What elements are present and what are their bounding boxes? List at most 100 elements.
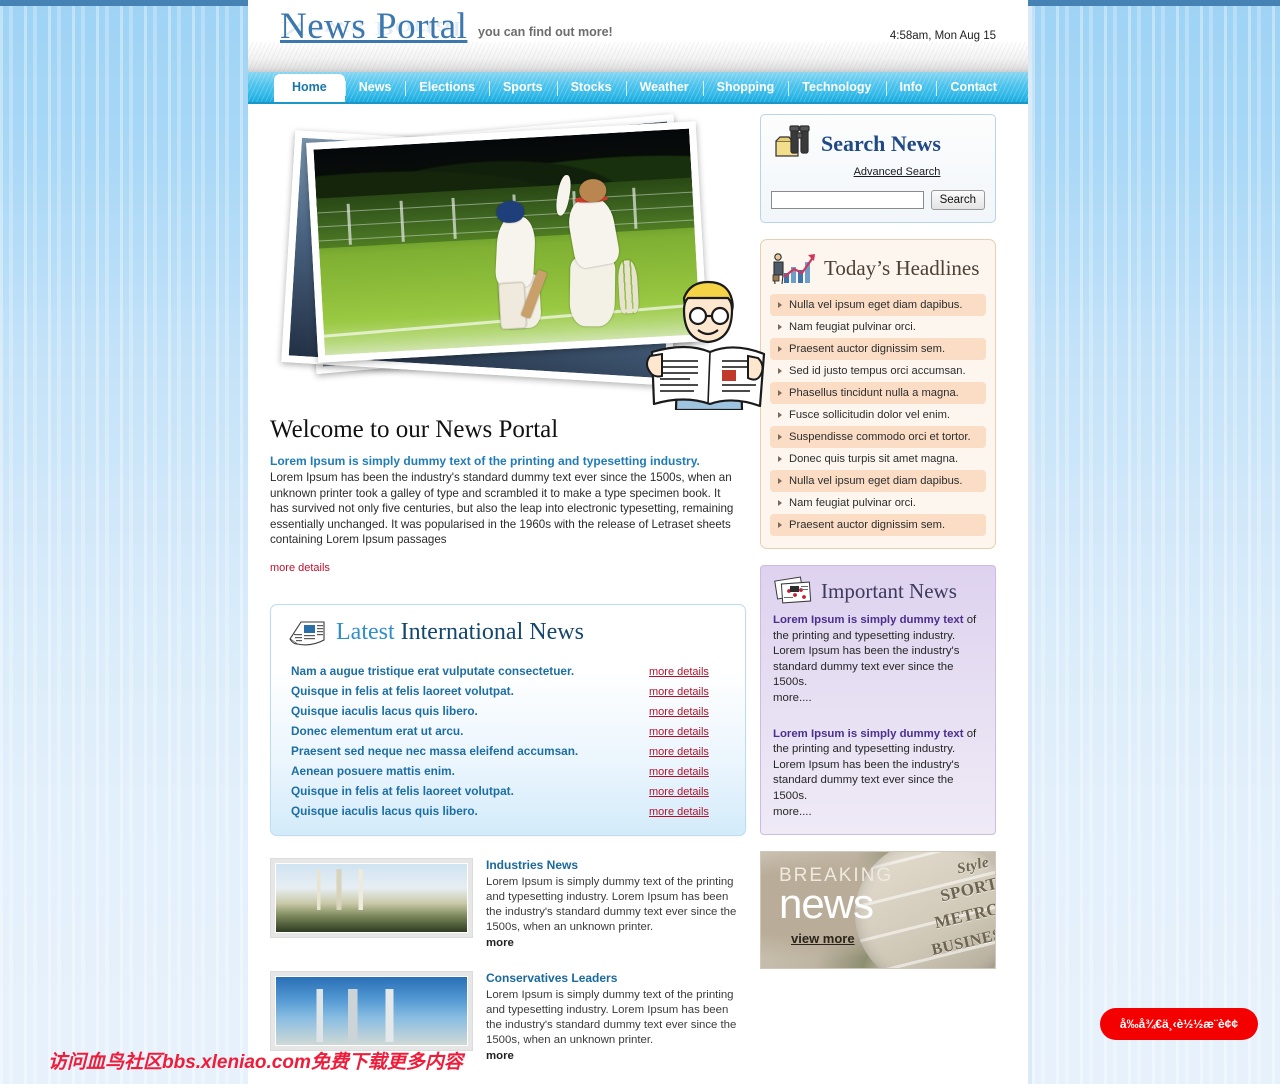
search-input[interactable] [771, 191, 924, 209]
important-news-block: Lorem Ipsum is simply dummy text of the … [773, 613, 983, 707]
list-item[interactable]: Aenean posuere mattis enim. more details [283, 761, 733, 781]
story-body: Lorem Ipsum is simply dummy text of the … [486, 875, 737, 933]
latest-international-news-panel: Latest International News Nam a augue tr… [270, 603, 746, 836]
main-navigation: Home News Elections Sports Stocks Weathe… [248, 72, 1028, 104]
breaking-news-banner[interactable]: Style SPORT METRO BUSINES BREAKING news … [760, 851, 996, 970]
bullet-triangle-icon [778, 346, 782, 352]
intl-more-details-link[interactable]: more details [649, 666, 733, 678]
intl-title-highlight: Latest [336, 619, 395, 646]
bullet-triangle-icon [778, 368, 782, 374]
headline-item[interactable]: Sed id justo tempus orci accumsan. [770, 360, 986, 382]
headline-text: Nam feugiat pulvinar orci. [789, 497, 916, 509]
main-column: Welcome to our News Portal Lorem Ipsum i… [248, 104, 766, 1062]
headline-text: Fusce sollicitudin dolor vel enim. [789, 409, 951, 421]
latest-international-news-list: Nam a augue tristique erat vulputate con… [283, 661, 733, 821]
important-news-panel: Important News Lorem Ipsum is simply dum… [760, 565, 996, 836]
todays-headlines-title: Today’s Headlines [824, 255, 980, 280]
nav-item-news[interactable]: News [344, 74, 406, 102]
headline-item[interactable]: Donec quis turpis sit amet magna. [770, 448, 986, 470]
intl-item-text: Aenean posuere mattis enim. [291, 763, 455, 778]
headline-text: Praesent auctor dignissim sem. [789, 519, 946, 531]
list-item[interactable]: Quisque iaculis lacus quis libero. more … [283, 701, 733, 721]
bullet-triangle-icon [778, 522, 782, 528]
content-area: Welcome to our News Portal Lorem Ipsum i… [248, 104, 1028, 1062]
headline-item[interactable]: Fusce sollicitudin dolor vel enim. [770, 404, 986, 426]
headline-item[interactable]: Suspendisse commodo orci et tortor. [770, 426, 986, 448]
newspaper-icon [289, 621, 325, 646]
intl-item-text: Quisque iaculis lacus quis libero. [291, 703, 478, 718]
list-item[interactable]: Nam a augue tristique erat vulputate con… [283, 661, 733, 681]
intl-more-details-link[interactable]: more details [649, 806, 733, 818]
intl-more-details-link[interactable]: more details [649, 746, 733, 758]
current-datetime: 4:58am, Mon Aug 15 [889, 30, 996, 42]
site-title[interactable]: News Portal [280, 5, 467, 48]
list-item[interactable]: Quisque in felis at felis laoreet volutp… [283, 681, 733, 701]
nav-item-stocks[interactable]: Stocks [556, 74, 626, 102]
important-news-block: Lorem Ipsum is simply dummy text of the … [773, 727, 983, 821]
search-news-panel: Search News Advanced Search Search [760, 114, 996, 223]
site-watermark: 访问血鸟社区bbs.xleniao.com免费下载更多内容 [48, 1052, 463, 1073]
headline-item[interactable]: Nulla vel ipsum eget diam dapibus. [770, 294, 986, 316]
nav-item-weather[interactable]: Weather [625, 74, 703, 102]
important-news-header: Important News [773, 575, 983, 607]
headline-text: Sed id justo tempus orci accumsan. [789, 365, 966, 377]
intl-more-details-link[interactable]: more details [649, 706, 733, 718]
story-thumbnail-conservatives[interactable] [270, 970, 473, 1051]
headline-item[interactable]: Praesent auctor dignissim sem. [770, 514, 986, 536]
important-news-strong: Lorem Ipsum is simply dummy text [773, 727, 964, 740]
nav-item-sports[interactable]: Sports [488, 74, 557, 102]
headline-text: Suspendisse commodo orci et tortor. [789, 431, 971, 443]
bullet-triangle-icon [778, 302, 782, 308]
headline-item[interactable]: Praesent auctor dignissim sem. [770, 338, 986, 360]
headline-text: Donec quis turpis sit amet magna. [789, 453, 959, 465]
headline-text: Praesent auctor dignissim sem. [789, 343, 946, 355]
list-item[interactable]: Donec elementum erat ut arcu. more detai… [283, 721, 733, 741]
bullet-triangle-icon [778, 478, 782, 484]
nav-item-info[interactable]: Info [885, 74, 937, 102]
headline-item[interactable]: Phasellus tincidunt nulla a magna. [770, 382, 986, 404]
advanced-search-link[interactable]: Advanced Search [809, 166, 985, 178]
intl-item-text: Quisque in felis at felis laoreet volutp… [291, 783, 514, 798]
search-news-header: Search News [771, 123, 985, 165]
intl-item-text: Quisque in felis at felis laoreet volutp… [291, 683, 514, 698]
story-more-link[interactable]: more [486, 1050, 514, 1062]
breaking-news-view-more-link[interactable]: view more [791, 931, 855, 946]
nav-item-contact[interactable]: Contact [936, 74, 1011, 102]
welcome-more-details-link[interactable]: more details [270, 562, 330, 574]
page-container: News Portal News Portal you can find out… [248, 0, 1028, 1084]
list-item[interactable]: Quisque iaculis lacus quis libero. more … [283, 801, 733, 821]
headline-text: Phasellus tincidunt nulla a magna. [789, 387, 959, 399]
intl-more-details-link[interactable]: more details [649, 726, 733, 738]
search-form-row: Search [771, 190, 985, 210]
headline-item[interactable]: Nulla vel ipsum eget diam dapibus. [770, 470, 986, 492]
list-item[interactable]: Quisque in felis at felis laoreet volutp… [283, 781, 733, 801]
headline-item[interactable]: Nam feugiat pulvinar orci. [770, 492, 986, 514]
search-button[interactable]: Search [930, 190, 985, 210]
intl-more-details-link[interactable]: more details [649, 786, 733, 798]
nav-item-technology[interactable]: Technology [788, 74, 885, 102]
list-item[interactable]: Praesent sed neque nec massa eleifend ac… [283, 741, 733, 761]
welcome-body: Lorem Ipsum has been the industry's stan… [270, 471, 734, 547]
hero-photo-stack [270, 112, 766, 413]
bullet-triangle-icon [778, 456, 782, 462]
floating-download-button[interactable]: å‰å¾€ä¸‹è½½æ¨è¢¢ [1099, 1008, 1258, 1040]
sidebar: Search News Advanced Search Search Today… [760, 104, 1006, 1062]
important-news-title: Important News [821, 578, 957, 603]
story-more-link[interactable]: more [486, 937, 514, 949]
nav-item-home[interactable]: Home [274, 74, 345, 102]
intl-more-details-link[interactable]: more details [649, 766, 733, 778]
nav-item-shopping[interactable]: Shopping [702, 74, 789, 102]
bullet-triangle-icon [778, 500, 782, 506]
bullet-triangle-icon [778, 390, 782, 396]
site-header: News Portal News Portal you can find out… [248, 0, 1028, 72]
important-news-more-link[interactable]: more.... [773, 691, 983, 707]
nav-item-elections[interactable]: Elections [405, 74, 489, 102]
story-thumbnail-industries[interactable] [270, 857, 473, 938]
page-background-left [0, 6, 248, 1084]
bullet-triangle-icon [778, 434, 782, 440]
welcome-heading: Welcome to our News Portal [270, 416, 559, 443]
headline-item[interactable]: Nam feugiat pulvinar orci. [770, 316, 986, 338]
intl-more-details-link[interactable]: more details [649, 686, 733, 698]
story-title: Conservatives Leaders [486, 970, 618, 985]
important-news-more-link[interactable]: more.... [773, 805, 983, 821]
